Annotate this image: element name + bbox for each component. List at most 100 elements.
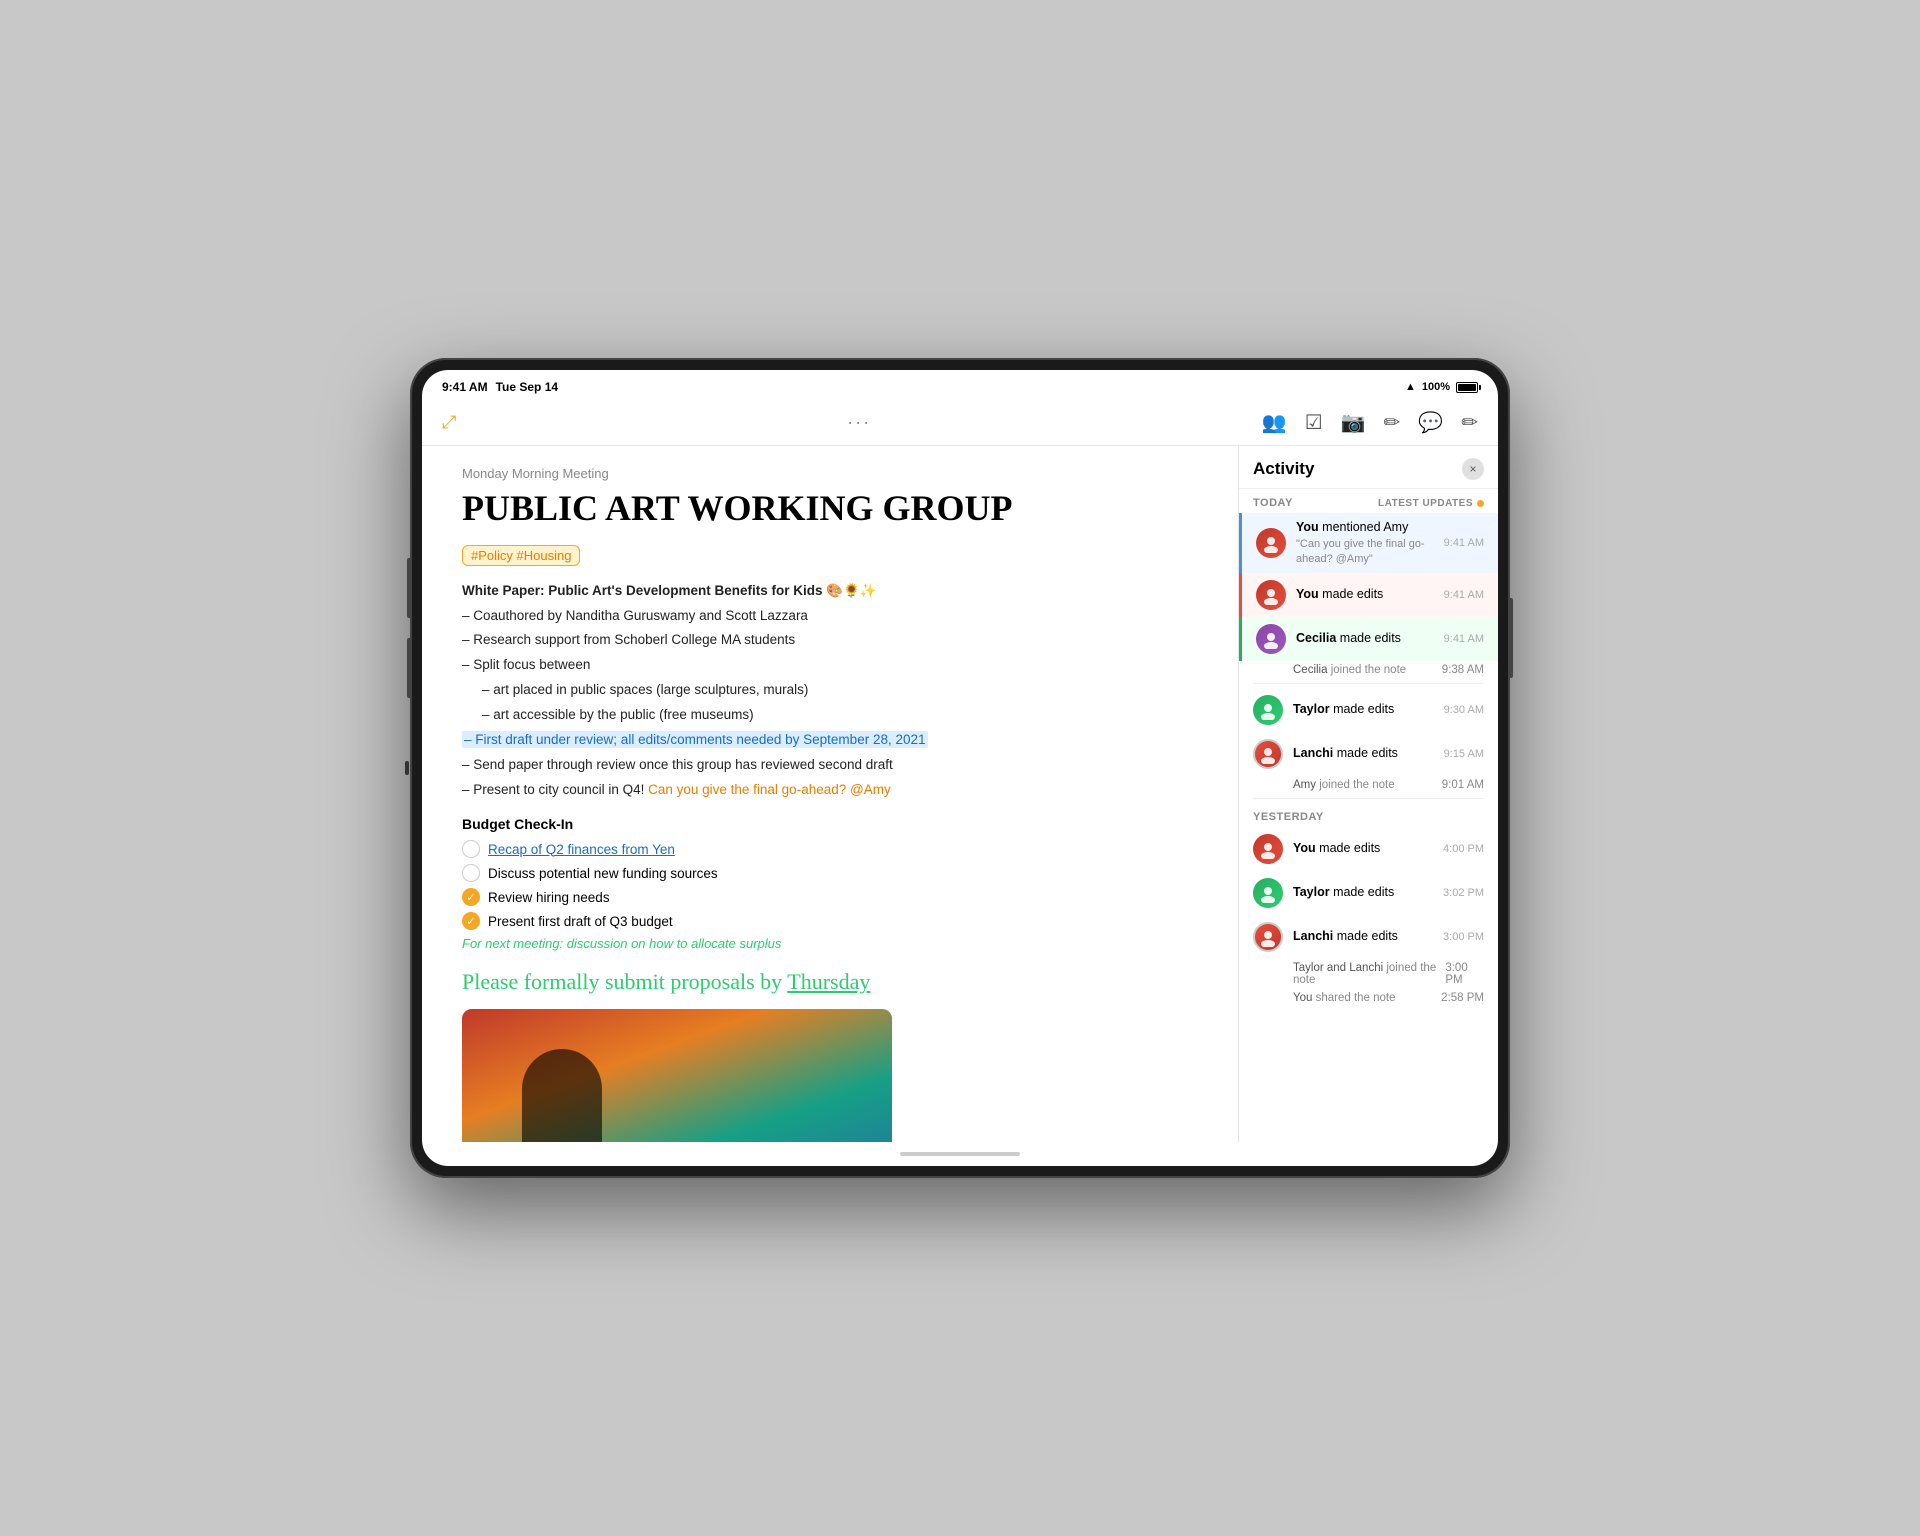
markup-icon[interactable]: ✏ [1384,410,1401,435]
activity-time-taylor-y: 3:02 PM [1443,887,1484,899]
activity-time-you-edits: 9:41 AM [1444,589,1484,601]
yesterday-section-label: YESTERDAY [1239,803,1498,827]
activity-time-lanchi-edits: 9:15 AM [1444,748,1484,760]
taylor-lanchi-time: 3:00 PM [1445,962,1484,986]
whitepaper-title: White Paper: Public Art's Development Be… [462,583,877,598]
budget-title: Budget Check-In [462,816,1198,832]
latest-updates-dot [1477,500,1484,507]
activity-lanchi-edits[interactable]: Lanchi made edits 9:15 AM [1239,732,1498,776]
avatar-you-2 [1256,580,1286,610]
checkbox-checked-3[interactable]: ✓ [462,888,480,906]
today-label: TODAY [1253,497,1293,509]
research-line: – Research support from Schoberl College… [462,629,1198,652]
main-area: Monday Morning Meeting PUBLIC ART WORKIN… [422,446,1498,1142]
activity-time-lanchi-y: 3:00 PM [1443,931,1484,943]
collaborate-icon[interactable]: 👥 [1262,410,1287,435]
checkbox-unchecked-1[interactable] [462,840,480,858]
you-shared-item: You shared the note 2:58 PM [1239,989,1498,1007]
activity-text-lanchi-edits: Lanchi made edits [1293,745,1434,762]
status-date: Tue Sep 14 [496,380,558,394]
activity-you-edits-yesterday[interactable]: You made edits 4:00 PM [1239,827,1498,871]
wifi-icon: ▲ [1405,381,1416,393]
activity-time-cecilia-edits: 9:41 AM [1444,633,1484,645]
activity-text-cecilia-edits: Cecilia made edits [1296,630,1434,647]
camera-icon[interactable]: 📷 [1341,410,1366,435]
home-bar [900,1152,1020,1156]
battery-percent: 100% [1422,381,1450,393]
next-meeting-note: For next meeting: discussion on how to a… [462,936,1198,951]
thursday-underline: Thursday [787,969,870,994]
toolbar: ⤢ ··· 👥 ☑ 📷 ✏ 💬 ✏ [422,400,1498,446]
checkbox-item-1[interactable]: Recap of Q2 finances from Yen [462,840,1198,858]
activity-taylor-edits-y[interactable]: Taylor made edits 3:02 PM [1239,871,1498,915]
home-indicator [422,1142,1498,1166]
latest-updates-label: LATEST UPDATES [1378,498,1484,509]
first-draft-line: – First draft under review; all edits/co… [462,731,928,748]
checkbox-checked-4[interactable]: ✓ [462,912,480,930]
activity-text-taylor-y: Taylor made edits [1293,884,1433,901]
comment-icon[interactable]: 💬 [1418,410,1443,435]
activity-time-you-y: 4:00 PM [1443,843,1484,855]
you-shared-time: 2:58 PM [1441,992,1484,1004]
taylor-lanchi-joined-item: Taylor and Lanchi joined the note 3:00 P… [1239,959,1498,989]
hashtags: #Policy #Housing [462,545,580,566]
checkbox-item-3[interactable]: ✓ Review hiring needs [462,888,1198,906]
avatar-taylor-y [1253,878,1283,908]
avatar-you-1 [1256,528,1286,558]
send-paper-line: – Send paper through review once this gr… [462,754,1198,777]
more-options-dots[interactable]: ··· [847,412,871,433]
activity-taylor-edits[interactable]: Taylor made edits 9:30 AM [1239,688,1498,732]
checkbox-label-4: Present first draft of Q3 budget [488,914,673,929]
focus-line: – Split focus between [462,654,1198,677]
activity-time-taylor-edits: 9:30 AM [1444,704,1484,716]
avatar-lanchi [1253,739,1283,769]
article-photo [462,1009,892,1142]
activity-text-mention: You mentioned Amy "Can you give the fina… [1296,519,1434,567]
checkbox-item-4[interactable]: ✓ Present first draft of Q3 budget [462,912,1198,930]
cecilia-joined-item: Cecilia joined the note 9:38 AM [1239,661,1498,679]
divider-1 [1253,683,1484,684]
checkbox-unchecked-2[interactable] [462,864,480,882]
latest-updates-text: LATEST UPDATES [1378,498,1473,509]
volume-down-button[interactable] [407,638,410,698]
activity-text-taylor-edits: Taylor made edits [1293,701,1434,718]
formal-submit-text: Please formally submit proposals by Thur… [462,969,1198,995]
authors-line: – Coauthored by Nanditha Guruswamy and S… [462,605,1198,628]
front-camera [405,761,409,775]
activity-close-button[interactable]: × [1462,458,1484,480]
checkbox-label-2: Discuss potential new funding sources [488,866,718,881]
power-button[interactable] [1510,598,1513,678]
ipad-frame: 9:41 AM Tue Sep 14 ▲ 100% ⤢ ··· 👥 ☑ 📷 ✏ [410,358,1510,1178]
battery-indicator [1456,382,1478,393]
activity-time-mention: 9:41 AM [1444,537,1484,549]
avatar-taylor [1253,695,1283,725]
avatar-lanchi-y [1253,922,1283,952]
yesterday-label: YESTERDAY [1253,811,1324,823]
checkbox-item-2[interactable]: Discuss potential new funding sources [462,864,1198,882]
amy-joined-name: Amy [1293,779,1316,791]
taylor-lanchi-names: Taylor and Lanchi [1293,962,1383,974]
focus2-line: – art accessible by the public (free mus… [462,704,1198,727]
activity-you-edits[interactable]: You made edits 9:41 AM [1239,573,1498,617]
volume-up-button[interactable] [407,558,410,618]
share-icon[interactable]: ✏ [1461,410,1478,435]
note-body: White Paper: Public Art's Development Be… [462,580,1198,802]
activity-you-mention[interactable]: You mentioned Amy "Can you give the fina… [1239,513,1498,573]
collapse-icon[interactable]: ⤢ [442,412,456,433]
avatar-you-y [1253,834,1283,864]
activity-text-you-y: You made edits [1293,840,1433,857]
today-section-label: TODAY LATEST UPDATES [1239,489,1498,513]
activity-title: Activity [1253,459,1314,479]
note-area[interactable]: Monday Morning Meeting PUBLIC ART WORKIN… [422,446,1238,1142]
checklist-icon[interactable]: ☑ [1305,410,1323,435]
amy-joined-time: 9:01 AM [1442,779,1484,791]
cecilia-joined-time: 9:38 AM [1442,664,1484,676]
activity-cecilia-edits[interactable]: Cecilia made edits 9:41 AM [1239,617,1498,661]
activity-lanchi-edits-y[interactable]: Lanchi made edits 3:00 PM [1239,915,1498,959]
divider-2 [1253,798,1484,799]
present-line: – Present to city council in Q4! Can you… [462,779,1198,802]
note-subtitle: Monday Morning Meeting [462,466,1198,481]
avatar-cecilia [1256,624,1286,654]
status-time: 9:41 AM [442,380,488,394]
activity-text-lanchi-y: Lanchi made edits [1293,928,1433,945]
